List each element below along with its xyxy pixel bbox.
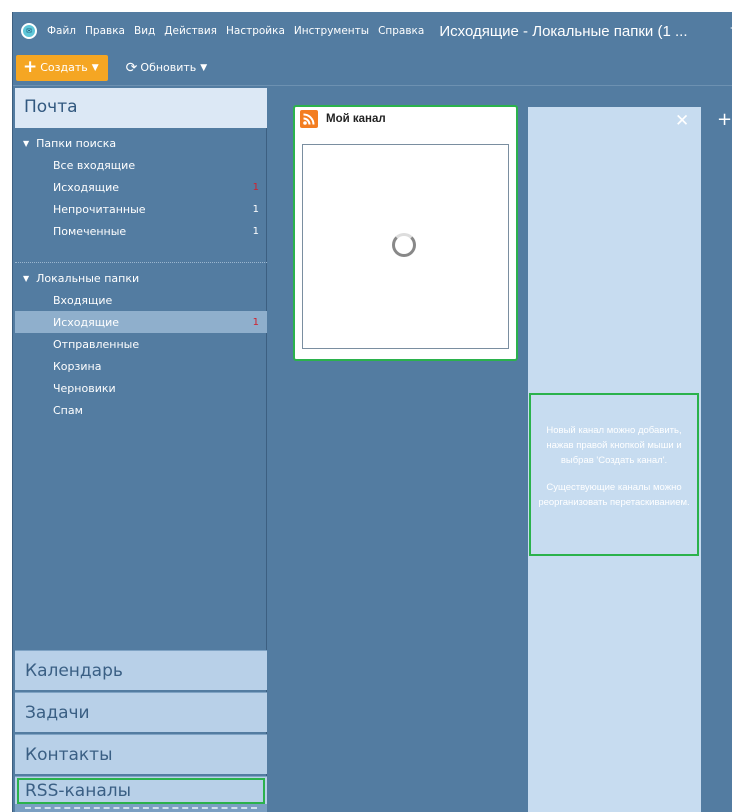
folder-unread[interactable]: Непрочитанные 1: [15, 198, 267, 220]
feed-widget[interactable]: Мой канал: [293, 105, 518, 361]
folder-label: Корзина: [53, 359, 102, 373]
search-folders-group: ▼ Папки поиска Все входящие Исходящие 1 …: [15, 132, 267, 242]
folder-label: Исходящие: [53, 180, 120, 194]
chevron-down-icon: ▼: [200, 62, 208, 73]
unread-count: 1: [252, 316, 259, 328]
feed-content-area: [302, 144, 509, 349]
menu-view[interactable]: Вид: [134, 25, 155, 37]
rss-pane-button[interactable]: RSS-каналы: [15, 776, 267, 806]
title-bar: ✉ Файл Правка Вид Действия Настройка Инс…: [13, 12, 732, 50]
menu-tools[interactable]: Инструменты: [294, 25, 369, 37]
refresh-button-label: Обновить: [140, 61, 197, 74]
tasks-pane-button[interactable]: Задачи: [15, 692, 267, 732]
top-strip: [0, 0, 732, 12]
folder-outbox[interactable]: Исходящие 1: [15, 311, 267, 333]
folder-inbox[interactable]: Входящие: [15, 289, 267, 311]
folder-label: Спам: [53, 403, 83, 417]
folder-trash[interactable]: Корзина: [15, 355, 267, 377]
toolbar: + Создать ▼ ⟳ Обновить ▼: [13, 50, 732, 86]
chevron-down-icon: ▼: [91, 62, 99, 73]
folder-drafts[interactable]: Черновики: [15, 377, 267, 399]
unread-count: 1: [252, 225, 259, 237]
group-divider: [15, 262, 267, 263]
folder-sent[interactable]: Отправленные: [15, 333, 267, 355]
menu-settings[interactable]: Настройка: [226, 25, 285, 37]
collapse-triangle-icon[interactable]: ▼: [23, 139, 29, 148]
window-title: Исходящие - Локальные папки (1 ...: [439, 22, 688, 40]
mail-app-icon[interactable]: ✉: [21, 23, 37, 39]
folder-label: Непрочитанные: [53, 202, 146, 216]
collapse-triangle-icon[interactable]: ▼: [23, 274, 29, 283]
feed-title: Мой канал: [326, 113, 386, 125]
folder-label: Входящие: [53, 293, 113, 307]
folder-label: Исходящие: [53, 315, 120, 329]
folder-all-inbox[interactable]: Все входящие: [15, 154, 267, 176]
sidebar: Почта ▼ Папки поиска Все входящие Исходя…: [15, 88, 267, 812]
refresh-button[interactable]: ⟳ Обновить ▼: [126, 60, 208, 76]
folder-label: Отправленные: [53, 337, 140, 351]
local-folders-group: ▼ Локальные папки Входящие Исходящие 1 О…: [15, 267, 267, 421]
hint-line-2: Существующие каналы можно реорганизовать…: [538, 482, 690, 508]
group-title-label: Папки поиска: [36, 136, 117, 150]
local-folders-title[interactable]: ▼ Локальные папки: [15, 267, 267, 289]
calendar-pane-button[interactable]: Календарь: [15, 650, 267, 690]
menu-help[interactable]: Справка: [378, 25, 424, 37]
rss-icon: [300, 110, 318, 128]
hint-text-box: Новый канал можно добавить, нажав правой…: [529, 393, 699, 556]
hint-line-1: Новый канал можно добавить, нажав правой…: [546, 425, 682, 466]
feed-header: Мой канал: [295, 107, 516, 131]
unread-count: 1: [252, 181, 259, 193]
create-button[interactable]: + Создать ▼: [16, 54, 108, 81]
app-window: ✉ Файл Правка Вид Действия Настройка Инс…: [12, 12, 732, 812]
folder-label: Все входящие: [53, 158, 136, 172]
group-title-label: Локальные папки: [36, 271, 140, 285]
folder-label: Черновики: [53, 381, 116, 395]
menu-file[interactable]: Файл: [47, 25, 76, 37]
folder-label: Помеченные: [53, 224, 127, 238]
create-button-label: Создать: [40, 61, 88, 74]
menu-actions[interactable]: Действия: [164, 25, 217, 37]
mail-pane-header[interactable]: Почта: [15, 88, 267, 128]
unread-count: 1: [252, 203, 259, 215]
add-column-icon[interactable]: +: [717, 109, 732, 130]
refresh-icon: ⟳: [125, 59, 138, 76]
loading-spinner-icon: [392, 233, 416, 257]
resize-grip: [25, 807, 257, 809]
folder-flagged[interactable]: Помеченные 1: [15, 220, 267, 242]
contacts-pane-button[interactable]: Контакты: [15, 734, 267, 774]
close-icon[interactable]: ✕: [675, 111, 689, 131]
plus-icon: +: [23, 57, 38, 77]
folder-spam[interactable]: Спам: [15, 399, 267, 421]
menu-edit[interactable]: Правка: [85, 25, 125, 37]
pane-resize-handle[interactable]: [15, 804, 267, 812]
search-folders-title[interactable]: ▼ Папки поиска: [15, 132, 267, 154]
folder-search-outbox[interactable]: Исходящие 1: [15, 176, 267, 198]
